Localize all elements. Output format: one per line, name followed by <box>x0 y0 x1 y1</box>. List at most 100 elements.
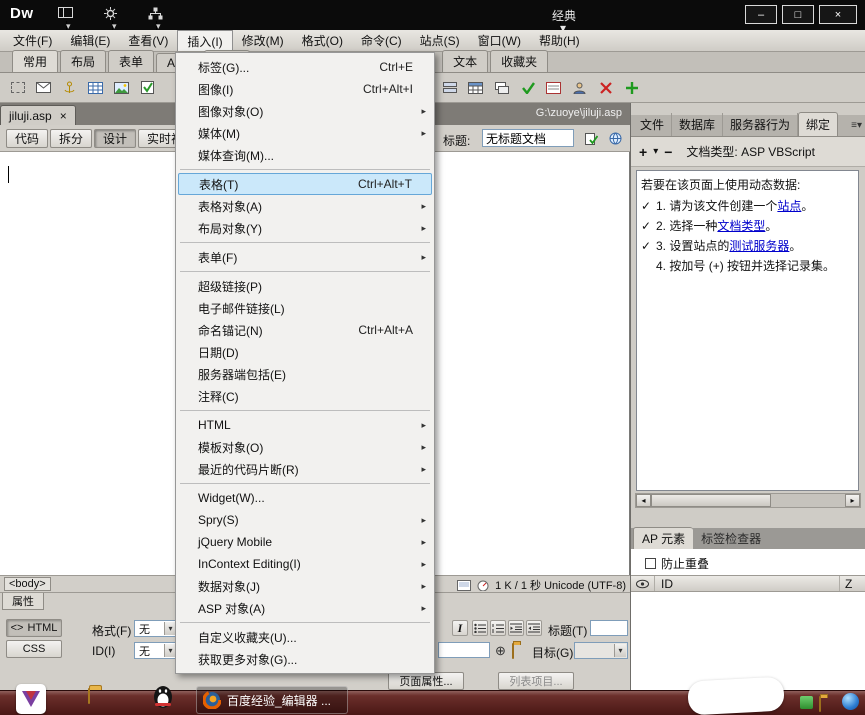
menu-item-data-objects[interactable]: 数据对象(J)▸ <box>178 575 432 597</box>
heading-input[interactable] <box>590 620 628 636</box>
menu-item-comment[interactable]: 注释(C) <box>178 385 432 407</box>
menu-window[interactable]: 窗口(W) <box>469 30 530 51</box>
minimize-button[interactable]: – <box>745 5 777 24</box>
tab-forms[interactable]: 表单 <box>108 50 154 72</box>
tab-files[interactable]: 文件 <box>633 113 672 136</box>
close-button[interactable]: × <box>819 5 857 24</box>
menu-item-jquery-mobile[interactable]: jQuery Mobile▸ <box>178 531 432 553</box>
horizontal-scrollbar[interactable]: ◂ ▸ <box>635 493 861 508</box>
check-page-icon[interactable] <box>580 127 603 150</box>
email-link-icon[interactable] <box>32 76 55 99</box>
menu-item-recent-snippets[interactable]: 最近的代码片断(R)▸ <box>178 458 432 480</box>
tag-selector-body[interactable]: <body> <box>4 577 51 591</box>
scrollbar-thumb[interactable] <box>651 494 771 507</box>
tab-text[interactable]: 文本 <box>442 50 488 72</box>
tray-antivirus-icon[interactable] <box>800 696 813 709</box>
repeat-region-icon[interactable] <box>490 76 513 99</box>
menu-item-template-objects[interactable]: 模板对象(O)▸ <box>178 436 432 458</box>
preview-globe-icon[interactable] <box>604 127 627 150</box>
outdent-icon[interactable] <box>508 620 524 636</box>
hyperlink-icon[interactable] <box>6 76 29 99</box>
tab-common[interactable]: 常用 <box>12 50 58 72</box>
user-auth-icon[interactable] <box>568 76 591 99</box>
design-view-button[interactable]: 设计 <box>94 129 136 148</box>
image-icon[interactable] <box>110 76 133 99</box>
id-dropdown[interactable]: 无▾ <box>134 642 178 659</box>
tab-tag-inspector[interactable]: 标签检查器 <box>693 528 769 549</box>
document-tab[interactable]: jiluji.asp × <box>0 105 76 125</box>
tab-bindings[interactable]: 绑定 <box>798 112 838 136</box>
list-items-button[interactable]: 列表项目... <box>498 672 574 690</box>
recordset-icon[interactable] <box>464 76 487 99</box>
menu-format[interactable]: 格式(O) <box>293 30 352 51</box>
doctype-link[interactable]: 文档类型 <box>717 219 765 233</box>
menu-item-customize-favorites[interactable]: 自定义收藏夹(U)... <box>178 626 432 648</box>
menu-item-media[interactable]: 媒体(M)▸ <box>178 122 432 144</box>
menu-insert[interactable]: 插入(I) <box>177 30 232 51</box>
code-view-button[interactable]: 代码 <box>6 129 48 148</box>
menu-item-image[interactable]: 图像(I)Ctrl+Alt+I <box>178 78 432 100</box>
properties-tab[interactable]: 属性 <box>2 593 44 610</box>
prevent-overlap-checkbox[interactable] <box>645 558 656 569</box>
scroll-left-icon[interactable]: ◂ <box>636 494 651 507</box>
target-dropdown[interactable]: ▾ <box>574 642 628 659</box>
page-properties-button[interactable]: 页面属性... <box>388 672 464 690</box>
ordered-list-icon[interactable] <box>490 620 506 636</box>
menu-item-table-objects[interactable]: 表格对象(A)▸ <box>178 195 432 217</box>
menu-site[interactable]: 站点(S) <box>411 30 469 51</box>
tray-folder-icon[interactable] <box>819 697 821 711</box>
menu-commands[interactable]: 命令(C) <box>352 30 411 51</box>
server-object-icon[interactable] <box>438 76 461 99</box>
point-to-file-icon[interactable]: ⊕ <box>495 643 506 659</box>
extend-button[interactable]: ▾ <box>104 7 117 20</box>
checkbox-widget-icon[interactable] <box>136 76 159 99</box>
unordered-list-icon[interactable] <box>472 620 488 636</box>
menu-item-named-anchor[interactable]: 命名锚记(N)Ctrl+Alt+A <box>178 319 432 341</box>
tab-layout[interactable]: 布局 <box>60 50 106 72</box>
tab-databases[interactable]: 数据库 <box>672 113 723 136</box>
italic-button[interactable]: I <box>452 620 468 636</box>
link-input[interactable] <box>438 642 490 658</box>
menu-item-date[interactable]: 日期(D) <box>178 341 432 363</box>
menu-help[interactable]: 帮助(H) <box>530 30 589 51</box>
menu-item-incontext-editing[interactable]: InContext Editing(I)▸ <box>178 553 432 575</box>
browse-folder-icon[interactable] <box>512 644 514 658</box>
split-view-button[interactable]: 拆分 <box>50 129 92 148</box>
menu-item-asp-objects[interactable]: ASP 对象(A)▸ <box>178 597 432 619</box>
menu-item-spry[interactable]: Spry(S)▸ <box>178 509 432 531</box>
menu-item-layout-objects[interactable]: 布局对象(Y)▸ <box>178 217 432 239</box>
window-size-icon[interactable] <box>457 580 471 591</box>
tab-ap-elements[interactable]: AP 元素 <box>633 527 693 549</box>
menu-item-table[interactable]: 表格(T)Ctrl+Alt+T <box>178 173 432 195</box>
site-link[interactable]: 站点 <box>777 199 801 213</box>
taskbar-firefox-task[interactable]: 百度经验_编辑器 ... <box>196 686 348 714</box>
menu-view[interactable]: 查看(V) <box>119 30 177 51</box>
menu-file[interactable]: 文件(F) <box>4 30 61 51</box>
html-mode-button[interactable]: <> HTML <box>6 619 62 637</box>
scroll-right-icon[interactable]: ▸ <box>845 494 860 507</box>
indent-icon[interactable] <box>526 620 542 636</box>
menu-item-image-objects[interactable]: 图像对象(O)▸ <box>178 100 432 122</box>
panel-menu-icon[interactable]: ≡▾ <box>851 120 862 131</box>
menu-item-tag[interactable]: 标签(G)...Ctrl+E <box>178 56 432 78</box>
doc-title-input[interactable] <box>482 129 574 147</box>
menu-item-server-side-include[interactable]: 服务器端包括(E) <box>178 363 432 385</box>
remove-binding-button[interactable]: − <box>664 144 672 160</box>
test-server-link[interactable]: 测试服务器 <box>729 239 789 253</box>
site-button[interactable]: ▾ <box>148 7 163 20</box>
tab-favorites[interactable]: 收藏夹 <box>490 50 548 72</box>
tab-server-behaviors[interactable]: 服务器行为 <box>723 113 798 136</box>
visibility-eye-icon[interactable] <box>631 576 655 591</box>
format-dropdown[interactable]: 无▾ <box>134 620 178 637</box>
menu-item-html[interactable]: HTML▸ <box>178 414 432 436</box>
menu-item-form[interactable]: 表单(F)▸ <box>178 246 432 268</box>
add-binding-button[interactable]: + <box>639 144 647 160</box>
menu-item-get-more-objects[interactable]: 获取更多对象(G)... <box>178 648 432 670</box>
menu-item-email-link[interactable]: 电子邮件链接(L) <box>178 297 432 319</box>
menu-item-widget[interactable]: Widget(W)... <box>178 487 432 509</box>
taskbar-qq-icon[interactable] <box>152 683 174 712</box>
menu-modify[interactable]: 修改(M) <box>233 30 293 51</box>
delete-record-icon[interactable] <box>594 76 617 99</box>
taskbar-app-icon[interactable] <box>16 684 46 714</box>
menu-item-hyperlink[interactable]: 超级链接(P) <box>178 275 432 297</box>
